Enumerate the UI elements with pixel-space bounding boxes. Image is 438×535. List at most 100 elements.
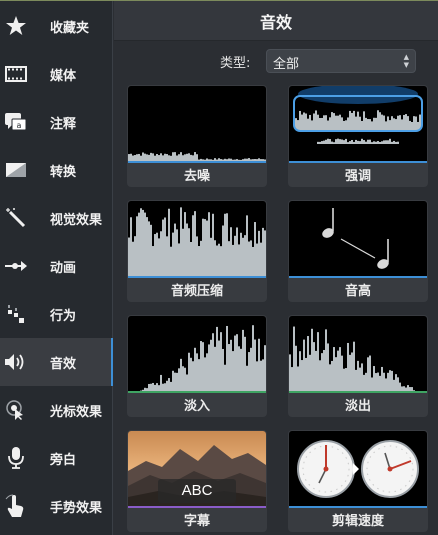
card-underline — [128, 506, 266, 508]
waveform-bar — [353, 141, 355, 144]
waveform-bar — [291, 367, 293, 392]
sidebar-item-label: 视觉效果 — [50, 212, 103, 228]
effect-card-audio-compression[interactable]: 音频压缩 — [127, 200, 267, 302]
waveform-bar — [228, 241, 230, 277]
waveform-bar — [383, 140, 385, 144]
waveform-bar — [345, 120, 347, 130]
sidebar-item-gesture-effects[interactable]: 手势效果 — [0, 482, 113, 530]
waveform-bar — [345, 138, 347, 144]
card-underline — [128, 391, 266, 393]
waveform-bar — [337, 138, 339, 144]
waveform-bar — [327, 120, 329, 130]
waveform-bar — [363, 140, 365, 144]
waveform-bar — [174, 223, 176, 277]
captions-thumbnail: ABC — [128, 431, 266, 508]
sidebar-item-behaviors[interactable]: 行为 — [0, 290, 113, 338]
waveform-bar — [208, 344, 210, 392]
sidebar-item-label: 收藏夹 — [50, 20, 90, 36]
sidebar-item-annotations[interactable]: a 注释 — [0, 98, 113, 146]
waveform-bar — [182, 228, 184, 277]
waveform-bar — [339, 139, 341, 144]
waveform-bar — [375, 141, 377, 144]
waveform-bar — [377, 141, 379, 144]
effect-label: 剪辑速度 — [331, 514, 384, 529]
waveform-bar — [206, 353, 208, 392]
sidebar-item-voice-narration[interactable]: 旁白 — [0, 434, 113, 482]
type-filter-select[interactable]: 全部 ▲ ▼ — [266, 49, 416, 73]
waveform-bar — [148, 221, 150, 277]
waveform-bar — [373, 141, 375, 144]
waveform-bar — [178, 368, 180, 392]
waveform-bar — [138, 212, 140, 277]
waveform-bar — [234, 335, 236, 392]
waveform-bar — [309, 354, 311, 392]
waveform-bar — [297, 366, 299, 392]
pitch-thumbnail — [289, 201, 427, 278]
waveform-bar — [295, 345, 297, 392]
film-icon — [4, 62, 28, 86]
card-underline — [289, 276, 427, 278]
waveform-bar — [349, 354, 351, 392]
waveform-bar — [327, 138, 329, 144]
waveform-bar — [192, 361, 194, 392]
effect-card-emphasize[interactable]: 强调 — [288, 85, 428, 187]
effect-card-fade-out[interactable]: 淡出 — [288, 315, 428, 417]
waveform-bar — [319, 360, 321, 392]
waveform-bar — [262, 359, 264, 392]
waveform-bar — [321, 353, 323, 392]
sidebar-item-transitions[interactable]: 转换 — [0, 146, 113, 194]
waveform-bar — [377, 372, 379, 392]
effect-card-pitch[interactable]: 音高 — [288, 200, 428, 302]
waveform-bar — [415, 116, 417, 130]
waveform-bar — [242, 329, 244, 392]
waveform-bar — [180, 207, 182, 277]
waveform-bar — [240, 232, 242, 277]
waveform-bar — [353, 341, 355, 392]
waveform-bar — [325, 115, 327, 130]
sidebar-item-label: 注释 — [50, 116, 77, 132]
waveform-bar — [417, 121, 419, 130]
waveform-bar — [341, 117, 343, 130]
waveform-bar — [172, 370, 174, 392]
waveform-bar — [389, 138, 391, 144]
emphasize-thumbnail — [289, 86, 427, 163]
effect-card-fade-in[interactable]: 淡入 — [127, 315, 267, 417]
waveform-bar — [369, 355, 371, 392]
sidebar-item-media[interactable]: 媒体 — [0, 50, 113, 98]
stopwatch-icon — [297, 440, 419, 498]
sidebar-item-animations[interactable]: 动画 — [0, 242, 113, 290]
effect-card-captions[interactable]: ABC 字幕 — [127, 430, 267, 532]
waveform-bar — [379, 141, 381, 144]
waveform-bar — [357, 111, 359, 130]
waveform-bar — [319, 117, 321, 130]
waveform-bar — [333, 142, 335, 144]
waveform-bar — [305, 357, 307, 392]
waveform-bar — [315, 350, 317, 392]
waveform-bar — [307, 336, 309, 392]
sidebar-item-favorites[interactable]: 收藏夹 — [0, 2, 113, 50]
star-icon — [4, 14, 28, 38]
page-title: 音效 — [259, 12, 292, 32]
waveform-bar — [361, 120, 363, 130]
waveform-bar — [379, 375, 381, 392]
waveform-bar — [289, 354, 291, 392]
waveform-bar — [355, 369, 357, 392]
sidebar-item-label: 光标效果 — [50, 404, 103, 420]
waveform-bar — [385, 378, 387, 392]
waveform-bar — [317, 114, 319, 130]
effect-card-clip-speed[interactable]: 剪辑速度 — [288, 430, 428, 532]
waveform-bar — [128, 237, 130, 277]
waveform-bar — [367, 119, 369, 130]
effect-card-noise-removal[interactable]: 去噪 — [127, 85, 267, 187]
waveform-bar — [323, 140, 325, 144]
microphone-icon — [4, 446, 28, 470]
waveform-bar — [238, 244, 240, 277]
waveform-bar — [321, 117, 323, 130]
fade-in-thumbnail — [128, 316, 266, 393]
sidebar-item-audio-effects[interactable]: 音效 — [0, 338, 113, 386]
waveform-bar — [297, 120, 299, 130]
sidebar-item-visual-effects[interactable]: 视觉效果 — [0, 194, 113, 242]
waveform-bar — [409, 120, 411, 130]
sidebar-item-cursor-effects[interactable]: 光标效果 — [0, 386, 113, 434]
waveform-bar — [178, 243, 180, 277]
